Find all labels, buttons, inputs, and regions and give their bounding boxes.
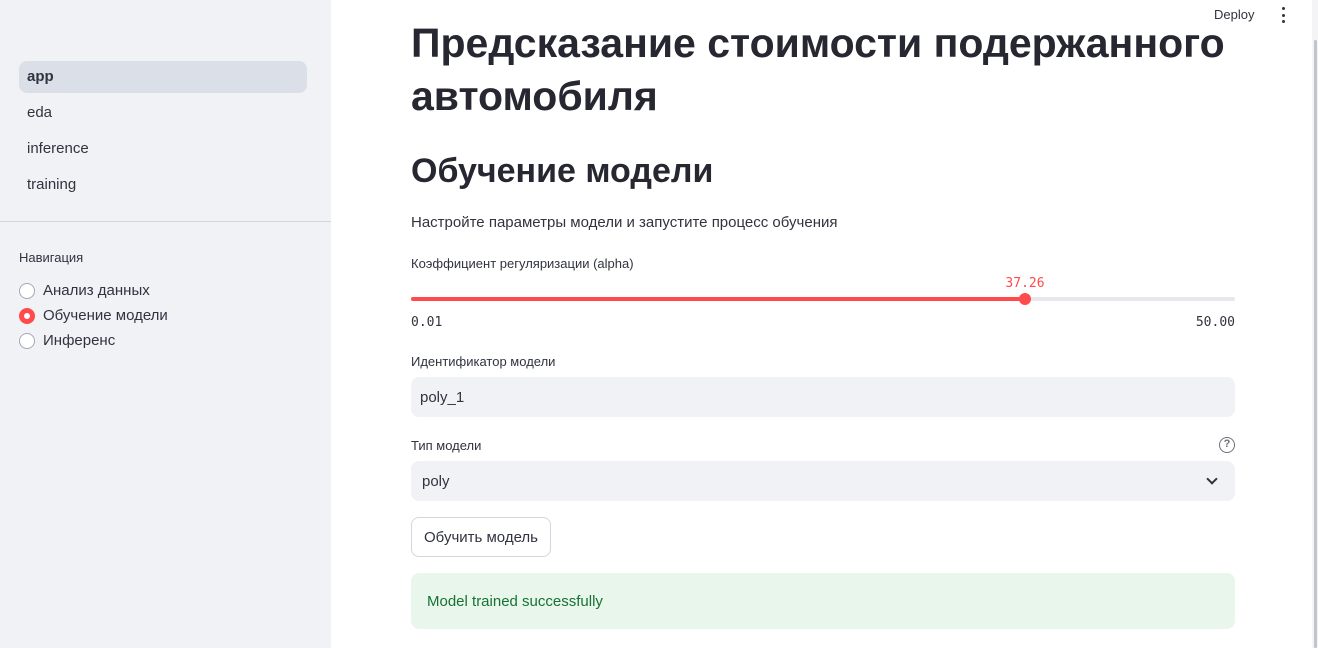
more-vertical-icon[interactable] (1278, 7, 1288, 23)
success-alert: Model trained successfully (411, 573, 1235, 629)
radio-button[interactable] (19, 332, 35, 349)
train-model-button[interactable]: Обучить модель (411, 517, 551, 557)
scrollbar-thumb[interactable] (1314, 40, 1317, 648)
sidebar-divider (0, 221, 331, 222)
slider-min-label: 0.01 (411, 315, 443, 330)
page-link-inference[interactable]: inference (19, 133, 307, 165)
radio-label: Обучение модели (43, 307, 168, 324)
radio-button-checked[interactable] (19, 307, 35, 324)
radio-option-inference[interactable]: Инференс (19, 328, 168, 353)
chevron-down-icon (1206, 473, 1218, 485)
slider-max-label: 50.00 (1195, 315, 1235, 330)
page-link-training[interactable]: training (19, 169, 307, 201)
model-type-select[interactable]: poly (411, 461, 1235, 501)
success-message: Model trained successfully (427, 593, 603, 610)
menu-dot (1281, 13, 1285, 17)
navigation-radio-group: Анализ данных Обучение модели Инференс (19, 278, 168, 353)
page-title: Предсказание стоимости подержанного авто… (411, 20, 1225, 119)
radio-label: Инференс (43, 332, 116, 349)
navigation-label: Навигация (19, 250, 84, 265)
model-id-label: Идентификатор модели (411, 354, 556, 369)
section-subtitle: Настройте параметры модели и запустите п… (411, 214, 838, 231)
model-id-input[interactable] (411, 377, 1235, 417)
app-window: app eda inference training Навигация Ана… (0, 0, 1318, 648)
menu-dot (1281, 20, 1285, 23)
menu-dot (1281, 7, 1285, 10)
radio-option-model-training[interactable]: Обучение модели (19, 303, 168, 328)
radio-option-data-analysis[interactable]: Анализ данных (19, 278, 168, 303)
radio-label: Анализ данных (43, 282, 150, 299)
radio-button[interactable] (19, 282, 35, 299)
slider-value: 37.26 (1005, 276, 1045, 291)
slider-fill (411, 297, 1025, 301)
alpha-slider[interactable] (411, 297, 1235, 301)
alpha-slider-label: Коэффициент регуляризации (alpha) (411, 256, 634, 271)
page-link-eda[interactable]: eda (19, 97, 307, 129)
page-nav: app eda inference training (19, 61, 307, 205)
slider-thumb[interactable] (1019, 293, 1031, 305)
select-value: poly (422, 473, 450, 490)
section-title: Обучение модели (411, 152, 714, 190)
sidebar: app eda inference training Навигация Ана… (0, 0, 331, 648)
page-link-app[interactable]: app (19, 61, 307, 93)
model-type-label: Тип модели (411, 438, 482, 453)
question-circle-icon[interactable]: ? (1219, 437, 1235, 453)
